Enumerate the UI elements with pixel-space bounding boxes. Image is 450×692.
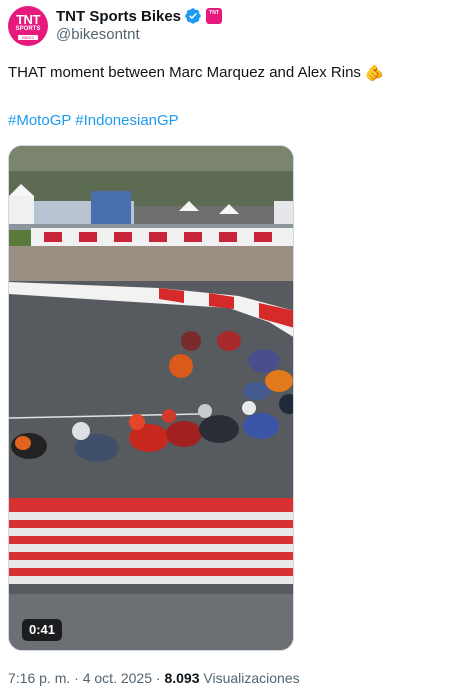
meta-separator: · (155, 670, 161, 686)
display-name[interactable]: TNT Sports Bikes (56, 8, 181, 25)
views-label: Visualizaciones (203, 670, 300, 686)
video-frame (9, 146, 293, 650)
avatar[interactable]: TNT SPORTS BIKES (8, 6, 48, 46)
video-player[interactable]: 0:41 (8, 145, 294, 651)
tweet-date[interactable]: 4 oct. 2025 (83, 670, 152, 686)
hashtag-indonesiangp[interactable]: #IndonesianGP (75, 112, 178, 129)
author-names: TNT Sports Bikes TNT @bikesontnt (56, 6, 223, 44)
tweet-time[interactable]: 7:16 p. m. (8, 670, 70, 686)
avatar-logo-small-text: BIKES (18, 35, 38, 40)
tweet-text: THAT moment between Marc Marquez and Ale… (8, 62, 442, 85)
views-count: 8.093 (164, 670, 200, 686)
avatar-logo-subtext: SPORTS (15, 26, 41, 32)
verified-badge-icon (185, 8, 201, 24)
hashtag-motogp[interactable]: #MotoGP (8, 112, 71, 129)
tweet-text-body: THAT moment between Marc Marquez and Ale… (8, 64, 361, 81)
tweet-meta: 7:16 p. m. · 4 oct. 2025 · 8.093 Visuali… (8, 668, 300, 688)
video-duration-badge: 0:41 (22, 619, 63, 641)
tweet-header: TNT SPORTS BIKES TNT Sports Bikes TNT @b… (8, 6, 438, 46)
meta-separator: · (74, 670, 79, 686)
hashtags: #MotoGP #IndonesianGP (8, 110, 179, 132)
handle[interactable]: @bikesontnt (56, 26, 222, 44)
pointing-hand-emoji: 🫵 (365, 65, 384, 82)
affiliate-badge-icon[interactable]: TNT (206, 8, 223, 24)
avatar-logo-text: TNT (16, 12, 40, 27)
